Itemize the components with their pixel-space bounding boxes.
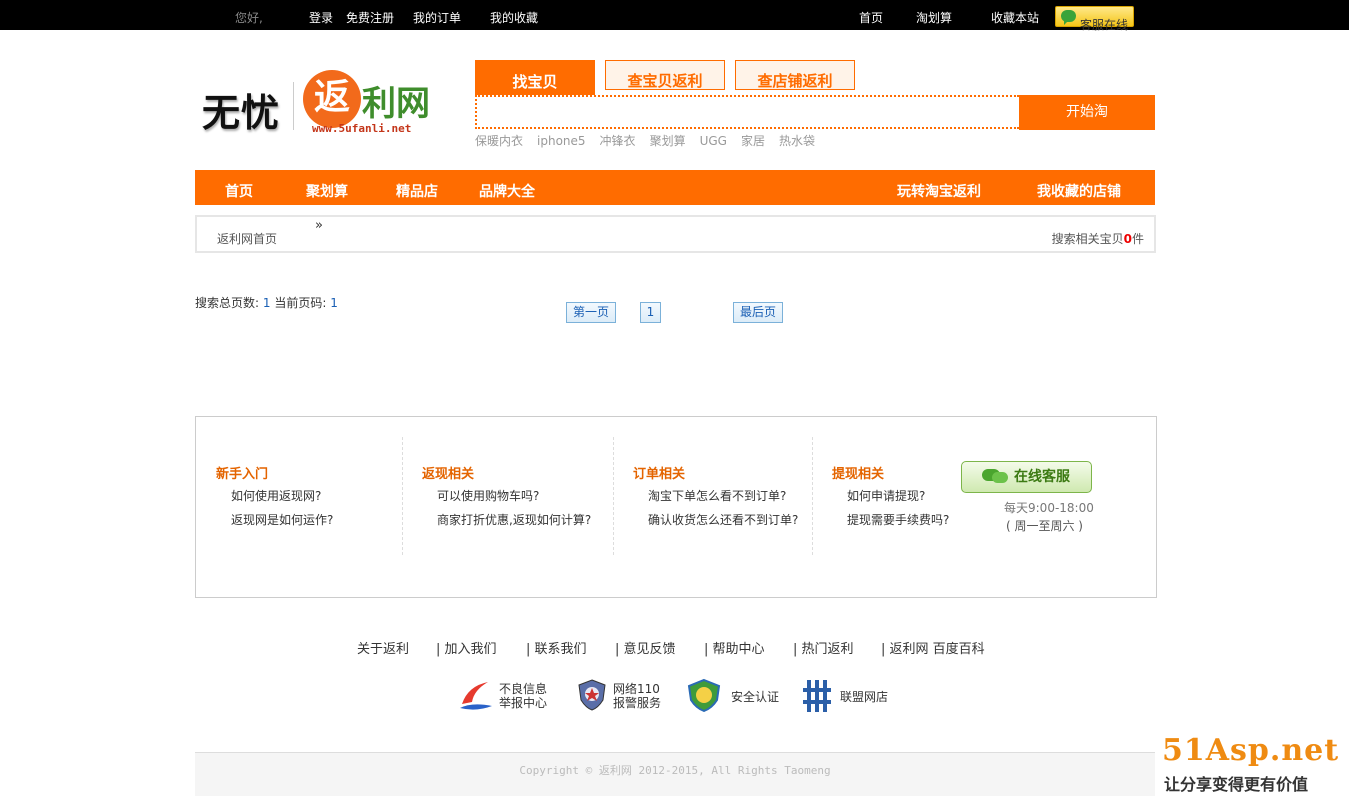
hot-keyword[interactable]: 聚划算 bbox=[650, 134, 686, 148]
last-page-button[interactable]: 最后页 bbox=[733, 302, 783, 323]
nav-boutique[interactable]: 精品店 bbox=[396, 181, 438, 201]
service-hours: 每天9:00-18:00 bbox=[1004, 501, 1094, 515]
help-col-orders: 订单相关 淘宝下单怎么看不到订单? 确认收货怎么还看不到订单? bbox=[613, 437, 813, 555]
copyright: Copyright © 返利网 2012-2015, All Rights Ta… bbox=[195, 752, 1155, 796]
main-nav: 首页 聚划算 精品店 品牌大全 玩转淘宝返利 我收藏的店铺 bbox=[195, 170, 1155, 205]
help-link[interactable]: 如何使用返现网? bbox=[231, 487, 321, 504]
help-col-title: 新手入门 bbox=[216, 467, 269, 482]
security-shield-icon bbox=[687, 678, 721, 712]
nav-juhuasuan[interactable]: 聚划算 bbox=[306, 181, 348, 201]
login-link[interactable]: 登录 bbox=[309, 11, 333, 25]
search-input[interactable] bbox=[475, 95, 1019, 129]
police-shield-icon bbox=[578, 679, 606, 711]
footer-link-about[interactable]: 关于返利 bbox=[357, 638, 409, 657]
nav-home[interactable]: 首页 bbox=[225, 181, 253, 201]
hot-keyword[interactable]: 冲锋衣 bbox=[600, 134, 636, 148]
report-center-icon bbox=[460, 682, 492, 710]
badge-alliance-store[interactable]: 联盟网店 bbox=[801, 678, 896, 714]
help-box: 新手入门 如何使用返现网? 返现网是如何运作? 返现相关 可以使用购物车吗? 商… bbox=[195, 416, 1157, 598]
top-bar: 您好, 登录 免费注册 我的订单 我的收藏 首页 淘划算 收藏本站 客服在线 bbox=[0, 0, 1349, 32]
watermark-brand: 51Asp.net bbox=[1162, 733, 1340, 768]
logo-text-left: 无忧 bbox=[202, 90, 281, 135]
logo-circle-char: 返 bbox=[303, 70, 361, 128]
greeting-text: 您好, bbox=[235, 11, 263, 25]
result-count: 搜索相关宝贝0件 bbox=[1051, 232, 1144, 246]
nav-my-shops[interactable]: 我收藏的店铺 bbox=[1037, 181, 1121, 201]
hot-keyword[interactable]: iphone5 bbox=[537, 134, 586, 148]
help-link[interactable]: 确认收货怎么还看不到订单? bbox=[648, 511, 798, 528]
footer-link-help[interactable]: | 帮助中心 bbox=[704, 638, 765, 657]
result-count-number: 0 bbox=[1123, 232, 1132, 246]
badge-report-center[interactable]: 不良信息 举报中心 bbox=[458, 678, 553, 714]
footer-link-contact[interactable]: | 联系我们 bbox=[526, 638, 587, 657]
page-1-button[interactable]: 1 bbox=[640, 302, 661, 323]
help-col-withdraw: 提现相关 如何申请提现? 提现需要手续费吗? bbox=[812, 437, 962, 555]
help-col-title: 提现相关 bbox=[832, 467, 885, 482]
help-col-title: 订单相关 bbox=[633, 467, 686, 482]
online-service-button[interactable]: 在线客服 bbox=[961, 461, 1092, 493]
footer-link-join[interactable]: | 加入我们 bbox=[436, 638, 497, 657]
top-home-link[interactable]: 首页 bbox=[859, 11, 883, 25]
hot-keyword[interactable]: 家居 bbox=[741, 134, 765, 148]
breadcrumb-arrow: » bbox=[315, 218, 323, 233]
logo-text-right: 利网 bbox=[362, 84, 430, 124]
online-service-label: 在线客服 bbox=[1014, 469, 1070, 485]
page-info: 搜索总页数: 1 当前页码: 1 bbox=[195, 296, 338, 310]
watermark-slogan: 让分享变得更有价值 bbox=[1164, 775, 1309, 794]
tab-find-item[interactable]: 找宝贝 bbox=[475, 60, 595, 96]
help-link[interactable]: 可以使用购物车吗? bbox=[437, 487, 539, 504]
alliance-store-icon bbox=[803, 680, 831, 712]
badge-police-110[interactable]: 网络110 报警服务 bbox=[576, 678, 671, 714]
help-link[interactable]: 如何申请提现? bbox=[847, 487, 925, 504]
help-col-rebate: 返现相关 可以使用购物车吗? 商家打折优惠,返现如何计算? bbox=[402, 437, 612, 555]
footer-link-feedback[interactable]: | 意见反馈 bbox=[615, 638, 676, 657]
help-link[interactable]: 提现需要手续费吗? bbox=[847, 511, 949, 528]
hot-keyword[interactable]: 热水袋 bbox=[779, 134, 815, 148]
site-logo[interactable]: 无忧 返 利网 www.5ufanli.net bbox=[197, 68, 442, 138]
help-col-title: 返现相关 bbox=[422, 467, 475, 482]
tab-shop-rebate[interactable]: 查店铺返利 bbox=[735, 60, 855, 90]
register-link[interactable]: 免费注册 bbox=[346, 11, 394, 25]
column-divider bbox=[613, 437, 614, 555]
search-button[interactable]: 开始淘 bbox=[1019, 95, 1155, 130]
logo-divider bbox=[293, 82, 294, 130]
hot-keywords: 保暖内衣 iphone5 冲锋衣 聚划算 UGG 家居 热水袋 bbox=[475, 132, 829, 149]
customer-service-button[interactable]: 客服在线 bbox=[1055, 6, 1134, 32]
footer-link-hot[interactable]: | 热门返利 bbox=[793, 638, 854, 657]
column-divider bbox=[402, 437, 403, 555]
chat-bubble-icon bbox=[1061, 10, 1076, 25]
nav-brands[interactable]: 品牌大全 bbox=[479, 181, 535, 201]
service-days: ( 周一至周六 ) bbox=[1006, 519, 1083, 533]
hot-keyword[interactable]: 保暖内衣 bbox=[475, 134, 523, 148]
customer-service-label: 客服在线 bbox=[1080, 18, 1129, 32]
tab-item-rebate[interactable]: 查宝贝返利 bbox=[605, 60, 725, 90]
breadcrumb-home[interactable]: 返利网首页 bbox=[217, 230, 277, 247]
breadcrumb: 返利网首页 » 搜索相关宝贝0件 bbox=[195, 215, 1156, 253]
nav-taobao-rebate-guide[interactable]: 玩转淘宝返利 bbox=[897, 181, 981, 201]
top-juhuasuan-link[interactable]: 淘划算 bbox=[916, 11, 952, 25]
my-favorites-link[interactable]: 我的收藏 bbox=[490, 11, 538, 25]
help-col-newbie: 新手入门 如何使用返现网? 返现网是如何运作? bbox=[216, 437, 406, 555]
help-link[interactable]: 商家打折优惠,返现如何计算? bbox=[437, 511, 591, 528]
footer-link-baike[interactable]: | 返利网 百度百科 bbox=[881, 638, 985, 657]
help-link[interactable]: 返现网是如何运作? bbox=[231, 511, 333, 528]
watermark-logo: 51Asp.net 让分享变得更有价值 bbox=[1162, 733, 1342, 794]
logo-url: www.5ufanli.net bbox=[312, 122, 412, 135]
badge-security-cert[interactable]: 安全认证 bbox=[685, 678, 780, 714]
current-page: 1 bbox=[330, 296, 338, 310]
help-link[interactable]: 淘宝下单怎么看不到订单? bbox=[648, 487, 786, 504]
column-divider bbox=[812, 437, 813, 555]
first-page-button[interactable]: 第一页 bbox=[566, 302, 616, 323]
total-pages: 1 bbox=[262, 296, 271, 310]
my-orders-link[interactable]: 我的订单 bbox=[413, 11, 461, 25]
bookmark-site-link[interactable]: 收藏本站 bbox=[991, 11, 1039, 25]
hot-keyword[interactable]: UGG bbox=[700, 134, 727, 148]
